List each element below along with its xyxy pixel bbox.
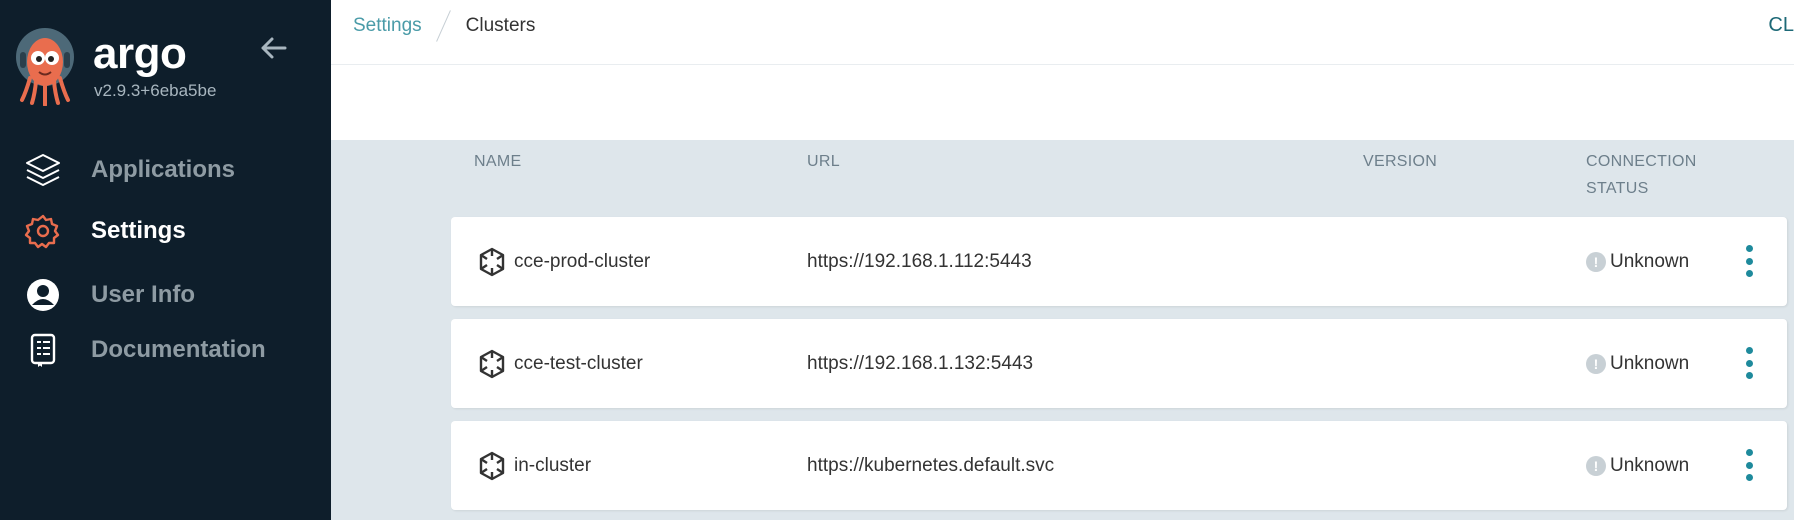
connection-status-cell: ! Unknown xyxy=(1586,421,1689,510)
sidebar-item-user-info[interactable]: User Info xyxy=(0,270,331,320)
cluster-icon xyxy=(476,246,508,278)
status-unknown-icon: ! xyxy=(1586,251,1606,272)
cluster-name-cell: cce-test-cluster xyxy=(476,319,643,408)
connection-status-text: Unknown xyxy=(1610,454,1690,476)
breadcrumb: Settings Clusters xyxy=(353,14,535,38)
breadcrumb-separator xyxy=(434,11,454,41)
arrow-left-icon xyxy=(261,37,287,59)
column-header-name: NAME xyxy=(474,153,522,170)
cluster-icon xyxy=(476,348,508,380)
layers-icon xyxy=(23,150,63,190)
connection-status-text: Unknown xyxy=(1610,352,1690,374)
cluster-url: https://kubernetes.default.svc xyxy=(807,454,1055,476)
connection-status-cell: ! Unknown xyxy=(1586,217,1689,306)
book-icon xyxy=(23,330,63,370)
user-circle-icon xyxy=(23,275,63,315)
sidebar-item-label: Applications xyxy=(91,156,236,183)
table-row[interactable]: cce-prod-cluster https://192.168.1.112:5… xyxy=(451,217,1787,306)
column-header-status-line1: CONNECTION xyxy=(1586,153,1697,170)
column-header-status-line2: STATUS xyxy=(1586,180,1649,197)
sidebar-item-label: Documentation xyxy=(91,336,266,363)
cluster-name-cell: cce-prod-cluster xyxy=(476,217,650,306)
brand-version: v2.9.3+6eba5be xyxy=(94,81,217,100)
connection-status-text: Unknown xyxy=(1610,250,1690,272)
sidebar-item-applications[interactable]: Applications xyxy=(0,145,331,195)
argo-logo-icon[interactable] xyxy=(14,26,76,107)
sidebar-item-label: Settings xyxy=(91,217,186,244)
page-title: Clusters xyxy=(465,15,536,36)
table-header: NAME URL VERSION CONNECTION STATUS xyxy=(331,140,1794,216)
sidebar: argo v2.9.3+6eba5be Applications Setting… xyxy=(0,0,331,520)
table-row[interactable]: cce-test-cluster https://192.168.1.132:5… xyxy=(451,319,1787,408)
sidebar-item-label: User Info xyxy=(91,281,196,308)
cluster-icon xyxy=(476,450,508,482)
column-header-version: VERSION xyxy=(1363,153,1438,170)
row-menu-button[interactable] xyxy=(1741,347,1757,379)
collapse-sidebar-button[interactable] xyxy=(255,32,291,64)
cluster-url: https://192.168.1.112:5443 xyxy=(807,250,1032,272)
cluster-url: https://192.168.1.132:5443 xyxy=(807,352,1034,374)
gear-icon xyxy=(23,211,63,251)
column-header-connection-status: CONNECTION STATUS xyxy=(1586,148,1697,202)
cluster-name: in-cluster xyxy=(514,454,592,476)
column-header-url: URL xyxy=(807,153,840,170)
breadcrumb-settings-link[interactable]: Settings xyxy=(353,15,422,37)
status-unknown-icon: ! xyxy=(1586,353,1606,374)
sidebar-item-settings[interactable]: Settings xyxy=(0,206,331,256)
table-row[interactable]: in-cluster https://kubernetes.default.sv… xyxy=(451,421,1787,510)
status-unknown-icon: ! xyxy=(1586,455,1606,476)
cluster-name-cell: in-cluster xyxy=(476,421,591,510)
row-menu-button[interactable] xyxy=(1741,245,1757,277)
sidebar-item-documentation[interactable]: Documentation xyxy=(0,325,331,375)
cluster-name: cce-prod-cluster xyxy=(514,250,651,272)
divider xyxy=(331,64,1794,65)
cluster-name: cce-test-cluster xyxy=(514,352,643,374)
topbar-action-truncated[interactable]: CL xyxy=(1768,14,1794,37)
connection-status-cell: ! Unknown xyxy=(1586,319,1689,408)
brand-name: argo xyxy=(93,29,187,78)
row-menu-button[interactable] xyxy=(1741,449,1757,481)
top-bar: Settings Clusters CL xyxy=(331,0,1794,140)
